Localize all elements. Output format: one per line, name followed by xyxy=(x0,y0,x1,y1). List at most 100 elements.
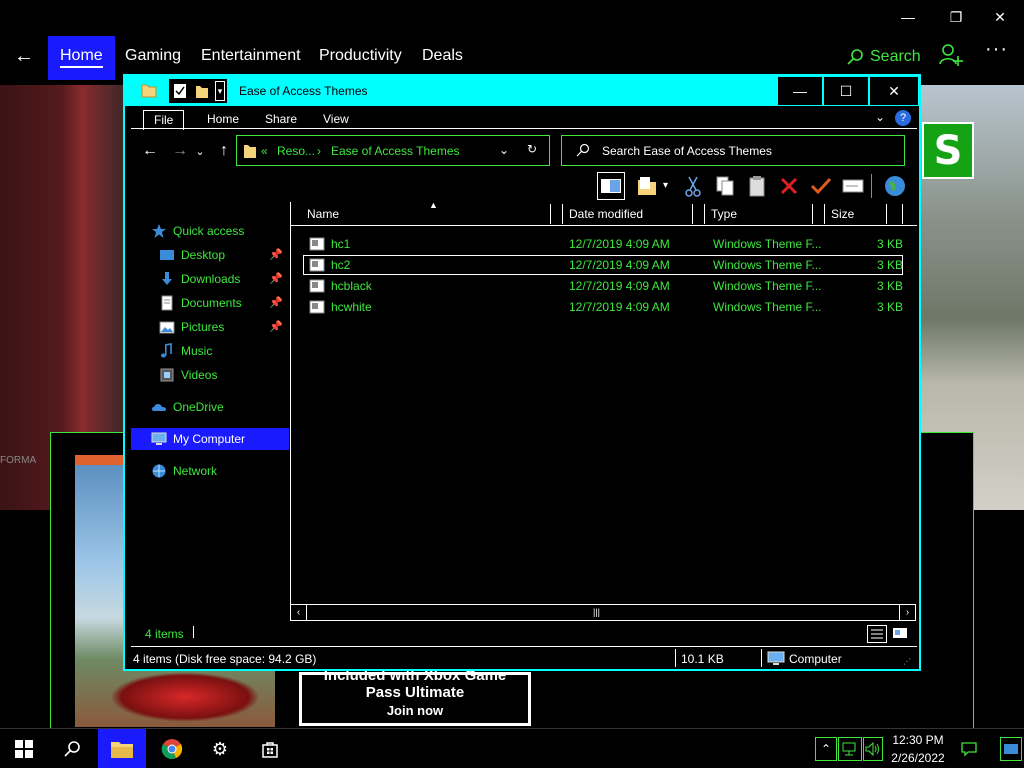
search-label: Search xyxy=(870,48,921,65)
paste-icon[interactable] xyxy=(743,172,771,200)
large-icons-view-icon[interactable] xyxy=(891,625,911,643)
breadcrumb-resources[interactable]: Reso... xyxy=(277,144,315,158)
theme-file-icon xyxy=(309,279,325,296)
new-folder-icon[interactable] xyxy=(195,83,211,101)
details-view-icon[interactable] xyxy=(867,625,887,643)
close-button[interactable]: ✕ xyxy=(980,4,1020,30)
cut-icon[interactable] xyxy=(679,172,707,200)
nav-downloads[interactable]: Downloads 📌 xyxy=(131,268,289,290)
file-list[interactable]: ▲ Name Date modified Type Size hc1 12/7/… xyxy=(290,200,917,620)
chrome-taskbar-button[interactable] xyxy=(148,729,196,768)
documents-icon xyxy=(159,295,175,311)
new-item-dropdown-icon[interactable]: ▾ xyxy=(663,180,668,191)
column-spacer xyxy=(813,204,825,224)
status-size-text: 10.1 KB xyxy=(681,652,724,666)
column-type[interactable]: Type xyxy=(705,204,813,224)
forward-arrow-icon[interactable]: → xyxy=(169,140,191,162)
scroll-thumb-grip[interactable]: ||| xyxy=(593,607,600,617)
customize-toolbar-icon[interactable]: ▾ xyxy=(215,81,225,101)
scroll-right-icon[interactable]: › xyxy=(899,605,915,620)
nav-documents[interactable]: Documents 📌 xyxy=(131,292,289,314)
scroll-left-icon[interactable]: ‹ xyxy=(291,605,307,620)
horizontal-scrollbar[interactable]: ‹ ||| › xyxy=(290,604,916,621)
status-divider xyxy=(761,649,762,667)
more-options-button[interactable]: ··· xyxy=(985,38,1017,66)
copy-icon[interactable] xyxy=(711,172,739,200)
status-divider xyxy=(675,649,676,667)
properties-icon[interactable] xyxy=(173,83,189,101)
refresh-icon[interactable]: ↻ xyxy=(527,142,537,156)
column-headers: ▲ Name Date modified Type Size xyxy=(291,200,917,226)
preview-pane-icon[interactable] xyxy=(597,172,625,200)
column-size[interactable]: Size xyxy=(825,204,887,224)
title-bar[interactable]: ▾ Ease of Access Themes — ☐ ✕ xyxy=(125,76,919,106)
volume-icon[interactable] xyxy=(863,737,883,761)
resize-grip-icon[interactable]: ⋰ xyxy=(903,657,911,666)
file-row[interactable]: hcblack 12/7/2019 4:09 AM Windows Theme … xyxy=(303,276,903,296)
system-clock[interactable]: 12:30 PM 2/26/2022 xyxy=(884,729,952,768)
nav-pictures[interactable]: Pictures 📌 xyxy=(131,316,289,338)
tab-home[interactable]: Home xyxy=(48,36,115,80)
join-now-button[interactable]: Included with Xbox Game Pass Ultimate Jo… xyxy=(299,667,531,726)
window-minimize-button[interactable]: — xyxy=(777,76,823,106)
rename-icon[interactable] xyxy=(839,172,867,200)
hero-side-text: FORMA xyxy=(0,455,37,466)
file-explorer-window[interactable]: ▾ Ease of Access Themes — ☐ ✕ File Home … xyxy=(123,74,921,671)
nav-music[interactable]: Music xyxy=(131,340,289,362)
clock-date: 2/26/2022 xyxy=(891,751,945,765)
file-type: Windows Theme F... xyxy=(713,258,822,272)
file-size: 3 KB xyxy=(876,279,903,293)
ribbon-expand-icon[interactable]: ⌄ xyxy=(875,110,885,124)
file-row[interactable]: hc1 12/7/2019 4:09 AM Windows Theme F...… xyxy=(303,234,903,254)
window-maximize-button[interactable]: ☐ xyxy=(823,76,869,106)
store-search-button[interactable]: Search xyxy=(846,44,921,70)
help-icon[interactable]: ? xyxy=(895,110,911,126)
tab-home[interactable]: Home xyxy=(197,110,249,130)
tab-file[interactable]: File xyxy=(143,110,185,130)
show-desktop-button[interactable] xyxy=(1000,737,1022,761)
folder-icon xyxy=(243,142,257,163)
file-size: 3 KB xyxy=(876,237,903,251)
search-icon xyxy=(576,143,590,160)
back-arrow-icon[interactable]: ← xyxy=(8,40,40,72)
window-close-button[interactable]: ✕ xyxy=(869,76,919,106)
column-spacer xyxy=(693,204,705,224)
nav-desktop[interactable]: Desktop 📌 xyxy=(131,244,289,266)
back-arrow-icon[interactable]: ← xyxy=(139,140,161,162)
tab-view[interactable]: View xyxy=(313,110,359,130)
delete-icon[interactable] xyxy=(775,172,803,200)
show-hidden-icons-button[interactable]: ⌃ xyxy=(815,737,837,761)
address-bar[interactable]: « Reso... › Ease of Access Themes ⌄ ↻ xyxy=(236,135,550,166)
nav-onedrive[interactable]: OneDrive xyxy=(131,396,289,418)
new-item-icon[interactable] xyxy=(633,172,661,200)
account-icon[interactable] xyxy=(938,42,966,70)
column-date-modified[interactable]: Date modified xyxy=(563,204,693,224)
address-overflow[interactable]: « xyxy=(261,144,268,158)
up-arrow-icon[interactable]: ↑ xyxy=(213,140,235,162)
file-row[interactable]: hcwhite 12/7/2019 4:09 AM Windows Theme … xyxy=(303,297,903,317)
start-button[interactable] xyxy=(0,729,48,768)
file-row-selected[interactable]: hc2 12/7/2019 4:09 AM Windows Theme F...… xyxy=(303,255,903,275)
nav-network[interactable]: Network xyxy=(131,460,289,482)
tab-share[interactable]: Share xyxy=(255,110,307,130)
nav-videos[interactable]: Videos xyxy=(131,364,289,386)
action-center-button[interactable] xyxy=(956,737,982,761)
maximize-button[interactable]: ❐ xyxy=(936,4,976,30)
search-taskbar-button[interactable] xyxy=(48,729,96,768)
nav-quick-access[interactable]: Quick access xyxy=(131,220,289,242)
column-name[interactable]: Name xyxy=(301,204,551,224)
gear-icon: ⚙ xyxy=(211,738,229,759)
recent-locations-icon[interactable]: ⌄ xyxy=(193,140,207,162)
globe-icon[interactable] xyxy=(881,172,909,200)
theme-file-icon xyxy=(309,237,325,254)
file-explorer-taskbar-button[interactable] xyxy=(98,729,146,768)
search-box[interactable]: Search Ease of Access Themes xyxy=(561,135,905,166)
breadcrumb-current[interactable]: Ease of Access Themes xyxy=(331,144,460,158)
nav-my-computer[interactable]: My Computer xyxy=(131,428,289,450)
address-dropdown-icon[interactable]: ⌄ xyxy=(499,143,509,157)
network-status-icon[interactable] xyxy=(838,737,862,761)
checkmark-icon[interactable] xyxy=(807,172,835,200)
store-taskbar-button[interactable] xyxy=(246,729,294,768)
settings-taskbar-button[interactable]: ⚙ xyxy=(196,729,244,768)
minimize-button[interactable]: — xyxy=(888,4,928,30)
